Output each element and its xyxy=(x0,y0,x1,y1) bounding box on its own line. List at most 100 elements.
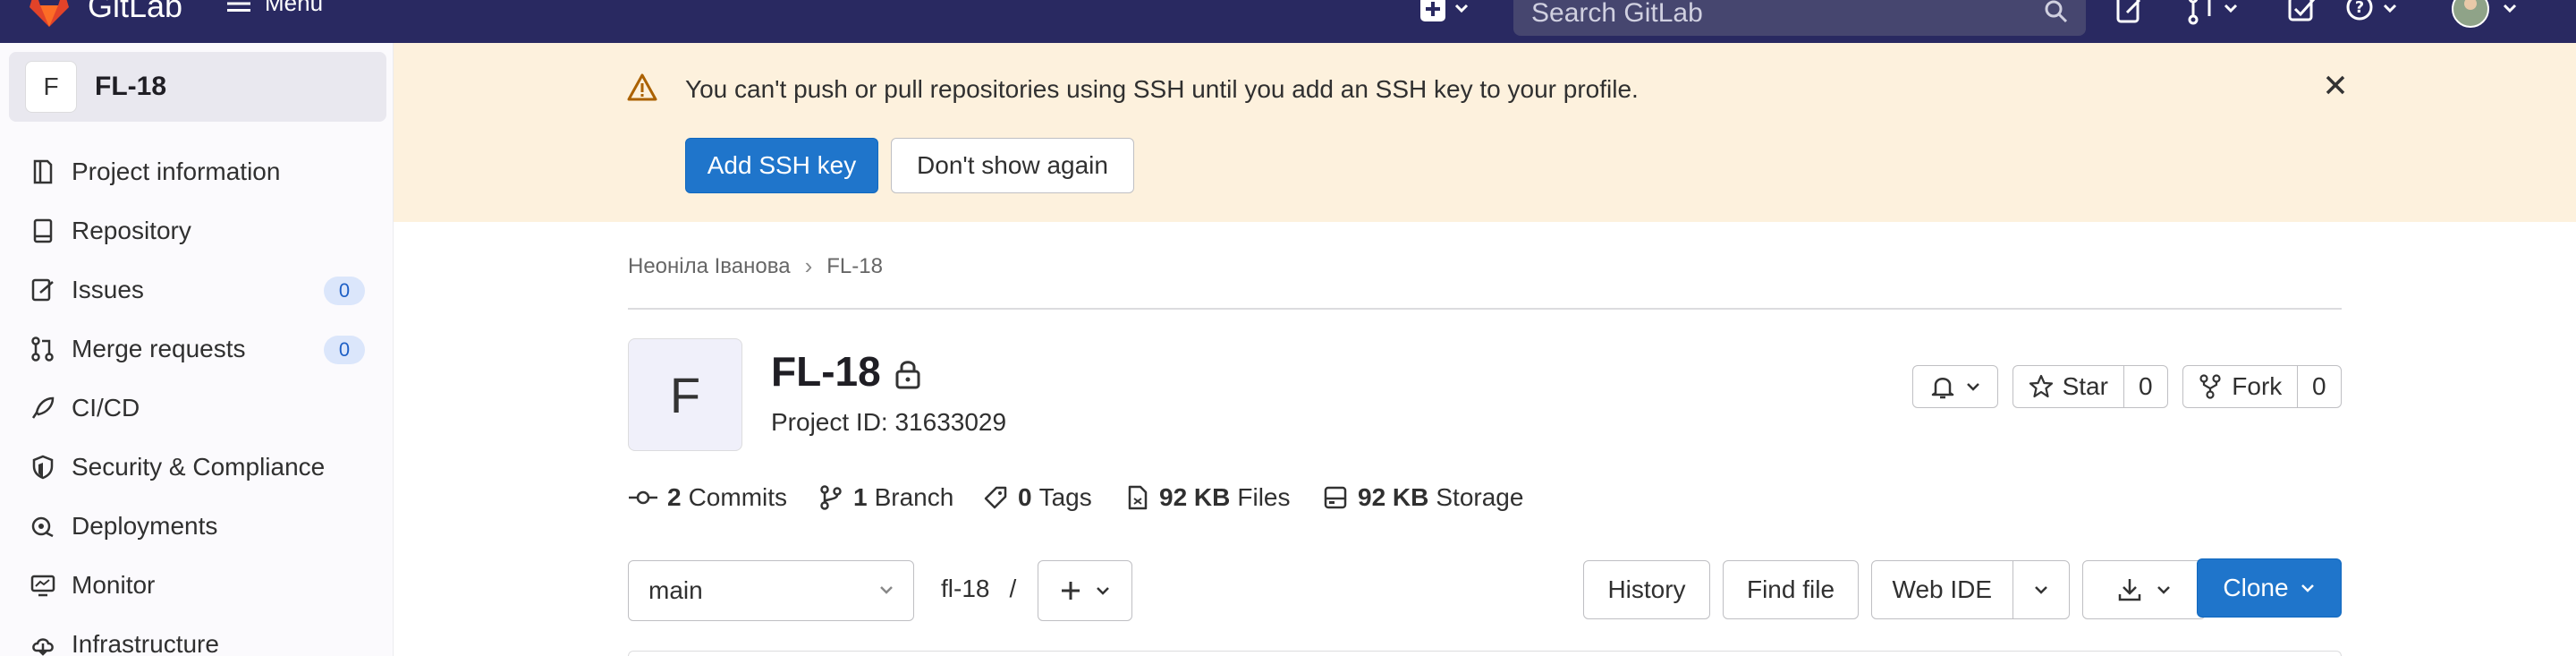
chevron-down-icon xyxy=(880,586,893,594)
fork-icon xyxy=(2199,374,2221,399)
sidebar-item-infrastructure[interactable]: Infrastructure xyxy=(0,615,394,656)
chevron-down-icon xyxy=(1967,383,1979,391)
tags-label: Tags xyxy=(1038,483,1092,511)
star-button[interactable]: Star xyxy=(2013,366,2123,407)
breadcrumb-owner[interactable]: Неоніла Іванова xyxy=(628,254,791,279)
cloud-icon xyxy=(27,628,59,656)
file-icon xyxy=(1128,485,1148,510)
ssh-key-banner: You can't push or pull repositories usin… xyxy=(394,43,2576,222)
clone-label: Clone xyxy=(2223,574,2289,601)
menu-button[interactable]: Menu xyxy=(227,0,323,17)
gitlab-logo-text[interactable]: GitLab xyxy=(88,0,182,25)
web-ide-dropdown[interactable] xyxy=(2012,561,2069,618)
sidebar-item-label: Issues xyxy=(72,276,144,303)
star-icon xyxy=(2029,374,2053,398)
download-icon xyxy=(2118,579,2141,601)
sidebar-item-label: Deployments xyxy=(72,512,218,540)
project-id: Project ID: 31633029 xyxy=(771,408,1007,436)
lock-icon xyxy=(895,361,920,389)
storage-stat[interactable]: 92 KB Storage xyxy=(1322,483,1523,512)
commits-count: 2 xyxy=(667,483,682,511)
tags-stat[interactable]: 0 Tags xyxy=(982,483,1092,512)
storage-label: Storage xyxy=(1436,483,1524,511)
chevron-down-icon xyxy=(2301,584,2314,592)
history-button[interactable]: History xyxy=(1583,560,1710,619)
monitor-icon xyxy=(27,569,59,601)
clone-button[interactable]: Clone xyxy=(2197,558,2342,618)
add-to-tree-dropdown[interactable] xyxy=(1038,560,1132,621)
branches-stat[interactable]: 1 Branch xyxy=(818,483,953,512)
sidebar-item-label: CI/CD xyxy=(72,394,140,422)
notifications-dropdown[interactable] xyxy=(1912,365,1998,408)
header-divider xyxy=(628,308,2342,310)
issues-icon xyxy=(27,274,59,306)
issues-nav-icon[interactable] xyxy=(2114,0,2147,30)
sidebar-item-label: Merge requests xyxy=(72,335,246,362)
add-ssh-key-button[interactable]: Add SSH key xyxy=(685,138,878,193)
sidebar-item-label: Project information xyxy=(72,158,281,185)
close-icon[interactable] xyxy=(2320,70,2351,100)
project-avatar-large: F xyxy=(628,338,742,451)
fork-button-group: Fork 0 xyxy=(2182,365,2342,408)
bell-icon xyxy=(1931,378,1954,399)
branch-count: 1 xyxy=(853,483,868,511)
commit-icon xyxy=(629,490,657,505)
breadcrumb-project[interactable]: FL-18 xyxy=(826,254,883,279)
issues-count-badge: 0 xyxy=(324,277,365,305)
branch-label: Branch xyxy=(874,483,954,511)
storage-size: 92 KB xyxy=(1358,483,1429,511)
branch-name: main xyxy=(648,576,703,604)
rocket-icon xyxy=(27,392,59,424)
search-input[interactable]: Search GitLab xyxy=(1513,0,2086,36)
files-stat[interactable]: 92 KB Files xyxy=(1125,483,1291,512)
fork-button[interactable]: Fork xyxy=(2183,366,2297,407)
sidebar-item-repository[interactable]: Repository xyxy=(0,201,394,260)
web-ide-button[interactable]: Web IDE xyxy=(1872,561,2012,618)
repo-path: fl-18 / xyxy=(941,575,1016,603)
document-icon xyxy=(27,156,59,188)
sidebar-item-issues[interactable]: Issues 0 xyxy=(0,260,394,319)
sidebar-project-name: FL-18 xyxy=(95,72,167,101)
todo-icon[interactable] xyxy=(2286,0,2318,30)
book-icon xyxy=(27,215,59,247)
find-file-button[interactable]: Find file xyxy=(1723,560,1859,619)
help-icon[interactable]: ? xyxy=(2345,0,2410,30)
top-navbar: GitLab Menu Search GitLab ? xyxy=(0,0,2576,43)
breadcrumb: Неоніла Іванова › FL-18 xyxy=(628,252,883,280)
fork-count[interactable]: 0 xyxy=(2296,366,2341,407)
sidebar-item-deployments[interactable]: Deployments xyxy=(0,497,394,556)
deployments-icon xyxy=(27,510,59,542)
sidebar-item-label: Infrastructure xyxy=(72,630,219,656)
gitlab-logo-icon[interactable] xyxy=(27,0,72,29)
files-size: 92 KB xyxy=(1159,483,1231,511)
sidebar-item-merge-requests[interactable]: Merge requests 0 xyxy=(0,319,394,379)
path-root[interactable]: fl-18 xyxy=(941,575,989,603)
star-button-group: Star 0 xyxy=(2012,365,2168,408)
hamburger-icon xyxy=(227,2,250,12)
chevron-down-icon xyxy=(2157,586,2170,594)
file-tree-top-border xyxy=(628,651,2342,656)
sidebar-item-project-information[interactable]: Project information xyxy=(0,142,394,201)
merge-requests-count-badge: 0 xyxy=(324,336,365,364)
star-count[interactable]: 0 xyxy=(2123,366,2167,407)
ssh-banner-message: You can't push or pull repositories usin… xyxy=(685,75,1639,103)
dont-show-again-button[interactable]: Don't show again xyxy=(891,138,1134,193)
chevron-down-icon xyxy=(2034,586,2047,594)
sidebar: F FL-18 Project information Repository I… xyxy=(0,43,394,656)
sidebar-item-ci-cd[interactable]: CI/CD xyxy=(0,379,394,438)
files-label: Files xyxy=(1237,483,1291,511)
new-dropdown-button[interactable] xyxy=(1419,0,1476,30)
svg-text:?: ? xyxy=(2355,0,2364,17)
merge-requests-nav-icon[interactable] xyxy=(2186,0,2243,30)
fork-label: Fork xyxy=(2232,372,2283,400)
tag-icon xyxy=(984,486,1007,509)
sidebar-item-security-compliance[interactable]: Security & Compliance xyxy=(0,438,394,497)
download-dropdown[interactable] xyxy=(2082,560,2206,619)
path-separator: / xyxy=(1009,575,1017,602)
branch-selector[interactable]: main xyxy=(628,560,914,621)
menu-label: Menu xyxy=(265,0,324,16)
user-avatar[interactable] xyxy=(2451,0,2531,33)
commits-stat[interactable]: 2 Commits xyxy=(628,483,787,512)
sidebar-item-monitor[interactable]: Monitor xyxy=(0,556,394,615)
sidebar-project[interactable]: F FL-18 xyxy=(9,52,386,122)
